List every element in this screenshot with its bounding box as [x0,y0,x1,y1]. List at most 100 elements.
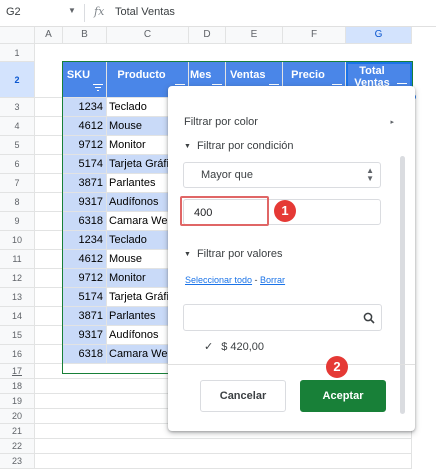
row-header[interactable]: 18 [0,379,35,394]
triangle-down-icon: ▼ [184,143,191,150]
column-header-e[interactable]: E [226,27,283,44]
filter-panel: Filtrar por color ▸ ▼ Filtrar por condici… [168,86,415,431]
sku-cell[interactable]: 1234 [63,98,107,117]
cell[interactable] [35,98,63,117]
row-header[interactable]: 22 [0,439,35,454]
filter-icon[interactable] [93,84,103,91]
annotation-badge-2: 2 [326,356,348,378]
sku-cell[interactable]: 4612 [63,117,107,136]
header-cell-sku[interactable]: SKU [63,62,107,98]
filter-by-color-item[interactable]: Filtrar por color ▸ [184,116,394,128]
select-all-corner[interactable] [0,27,35,44]
row-header[interactable]: 6 [0,155,35,174]
annotation-badge-1: 1 [274,200,296,222]
row-header[interactable]: 7 [0,174,35,193]
row-header[interactable]: 11 [0,250,35,269]
accept-button[interactable]: Aceptar [300,380,386,412]
cell[interactable] [35,307,63,326]
sku-cell[interactable]: 6318 [63,345,107,364]
check-icon: ✓ [204,341,214,353]
empty-row-cells[interactable] [35,454,412,469]
row-header[interactable]: 15 [0,326,35,345]
sku-cell[interactable]: 3871 [63,174,107,193]
filter-by-values-label: Filtrar por valores [196,248,283,260]
empty-row-cells[interactable] [35,439,412,454]
cell[interactable] [35,345,63,364]
cell[interactable] [35,212,63,231]
row-header[interactable]: 9 [0,212,35,231]
sku-cell[interactable]: 9317 [63,326,107,345]
sku-cell[interactable]: 3871 [63,307,107,326]
row-header[interactable]: 23 [0,454,35,469]
select-links: Seleccionar todo - Borrar [185,275,285,285]
column-header-g[interactable]: G [346,27,412,44]
values-search-input[interactable] [183,304,382,331]
row-header[interactable]: 5 [0,136,35,155]
row-header[interactable]: 1 [0,44,35,62]
row-header[interactable]: 13 [0,288,35,307]
filter-by-condition-toggle[interactable]: ▼ Filtrar por condición [184,140,294,152]
cell[interactable] [35,250,63,269]
header-precio-label: Precio [291,69,325,81]
highlight-box [180,196,269,226]
row-header[interactable]: 8 [0,193,35,212]
value-item-label: $ 420,00 [221,341,265,353]
formula-input[interactable]: Total Ventas [115,6,175,18]
row-header[interactable]: 10 [0,231,35,250]
row-header[interactable]: 3 [0,98,35,117]
row-header[interactable]: 20 [0,409,35,424]
column-header-b[interactable]: B [63,27,107,44]
row-header[interactable]: 19 [0,394,35,409]
row-header[interactable]: 12 [0,269,35,288]
sku-cell[interactable]: 9712 [63,136,107,155]
cell[interactable] [35,174,63,193]
cell[interactable] [35,326,63,345]
formula-separator [84,4,85,22]
filter-by-condition-label: Filtrar por condición [196,140,294,152]
link-separator: - [252,275,261,285]
name-box[interactable]: G2 [6,6,21,18]
filter-by-values-toggle[interactable]: ▼ Filtrar por valores [184,248,283,260]
fx-icon: fx [94,5,105,18]
row-header[interactable]: 14 [0,307,35,326]
cancel-button[interactable]: Cancelar [200,380,286,412]
cell[interactable] [35,136,63,155]
filter-by-color-label: Filtrar por color [184,116,258,128]
cell[interactable] [35,117,63,136]
header-mes-label: Mes [190,69,212,81]
header-sku-label: SKU [66,69,91,81]
column-header-d[interactable]: D [189,27,226,44]
sku-cell[interactable]: 9317 [63,193,107,212]
sku-cell[interactable]: 5174 [63,288,107,307]
panel-divider [168,364,415,365]
select-arrows-icon: ▲ ▼ [366,166,374,183]
sku-cell[interactable]: 1234 [63,231,107,250]
row-header[interactable]: 4 [0,117,35,136]
select-all-link[interactable]: Seleccionar todo [185,275,252,285]
clear-link[interactable]: Borrar [260,275,285,285]
column-header-f[interactable]: F [283,27,346,44]
sku-cell[interactable]: 4612 [63,250,107,269]
column-header-a[interactable]: A [35,27,63,44]
sku-cell[interactable]: 6318 [63,212,107,231]
cell[interactable] [35,155,63,174]
row-header[interactable]: 16 [0,345,35,364]
cell[interactable] [35,288,63,307]
sku-cell[interactable]: 5174 [63,155,107,174]
value-item[interactable]: ✓ $ 420,00 [204,340,264,353]
cell[interactable] [35,231,63,250]
panel-scrollbar[interactable] [400,156,405,414]
condition-select[interactable]: Mayor que ▲ ▼ [183,162,381,188]
column-header-c[interactable]: C [107,27,189,44]
row-header[interactable]: 2 [0,62,35,98]
chevron-right-icon: ▸ [390,119,394,126]
cell[interactable] [35,269,63,288]
chevron-down-icon[interactable]: ▼ [68,6,76,15]
sku-cell[interactable]: 9712 [63,269,107,288]
formula-bar: G2 ▼ fx Total Ventas [0,0,436,27]
header-producto-label: Producto [117,69,166,81]
row-header[interactable]: 17 [0,364,35,379]
cell[interactable] [35,193,63,212]
search-icon [363,312,375,324]
cell[interactable] [35,62,63,98]
